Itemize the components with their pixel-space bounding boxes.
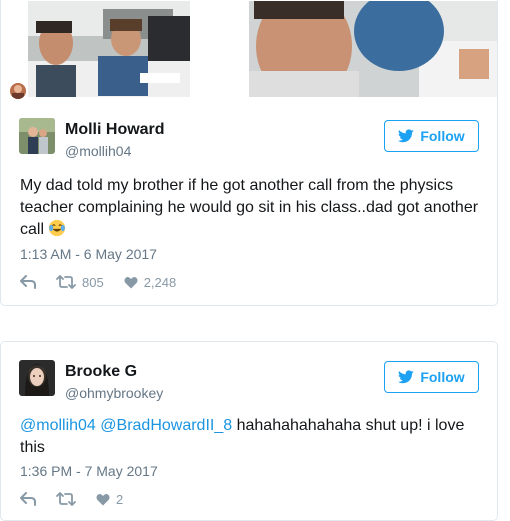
tweet-photo-1[interactable] xyxy=(28,1,190,97)
reply-button[interactable] xyxy=(20,492,36,506)
retweet-count: 805 xyxy=(82,274,104,290)
tweet-card: Molli Howard @mollih04 Follow My dad tol… xyxy=(0,0,498,306)
face-with-tears-of-joy-icon xyxy=(49,219,66,237)
profile-photo-icon xyxy=(19,118,55,154)
user-handle[interactable]: @ohmybrookey xyxy=(65,385,163,401)
twitter-bird-icon xyxy=(398,370,415,384)
avatar-icon xyxy=(10,83,26,99)
tweet-actions: 805 2,248 xyxy=(20,273,196,291)
twitter-bird-icon xyxy=(398,129,415,143)
retweet-icon xyxy=(56,492,76,506)
tweet-timestamp[interactable]: 1:13 AM - 6 May 2017 xyxy=(20,246,157,262)
display-name[interactable]: Brooke G xyxy=(65,363,137,381)
heart-icon xyxy=(124,276,138,288)
classroom-photo-icon xyxy=(249,1,497,97)
like-count: 2 xyxy=(116,491,124,507)
mention-link[interactable]: @mollih04 xyxy=(20,417,96,434)
retweet-button[interactable] xyxy=(56,492,76,506)
tweet-timestamp[interactable]: 1:36 PM - 7 May 2017 xyxy=(20,463,158,479)
classroom-photo-icon xyxy=(28,1,190,97)
follow-label: Follow xyxy=(420,369,465,385)
profile-photo-icon xyxy=(19,360,55,396)
retweet-icon xyxy=(56,275,76,289)
mention-link[interactable]: @BradHowardII_8 xyxy=(100,417,232,434)
user-handle[interactable]: @mollih04 xyxy=(65,143,131,159)
reply-button[interactable] xyxy=(20,275,36,289)
tweet-text: My dad told my brother if he got another… xyxy=(20,175,480,241)
tweet-photo-2[interactable] xyxy=(249,1,497,97)
like-button[interactable]: 2 xyxy=(96,492,123,507)
reply-icon xyxy=(20,492,36,506)
avatar[interactable] xyxy=(19,118,55,154)
avatar[interactable] xyxy=(19,360,55,396)
follow-button[interactable]: Follow xyxy=(384,120,479,152)
tweet-text: @mollih04 @BradHowardII_8 hahahahahahaha… xyxy=(20,415,480,459)
display-name[interactable]: Molli Howard xyxy=(65,121,165,139)
like-button[interactable]: 2,248 xyxy=(124,274,177,290)
tweet-actions: 2 xyxy=(20,490,143,508)
retweet-button[interactable]: 805 xyxy=(56,275,104,290)
reply-icon xyxy=(20,275,36,289)
heart-icon xyxy=(96,493,110,505)
follow-button[interactable]: Follow xyxy=(384,361,479,393)
profile-thumbnail[interactable] xyxy=(8,81,28,101)
follow-label: Follow xyxy=(420,128,465,144)
like-count: 2,248 xyxy=(143,274,177,290)
tweet-body: My dad told my brother if he got another… xyxy=(20,177,479,238)
tweet-card: Brooke G @ohmybrookey Follow @mollih04 @… xyxy=(0,341,498,521)
